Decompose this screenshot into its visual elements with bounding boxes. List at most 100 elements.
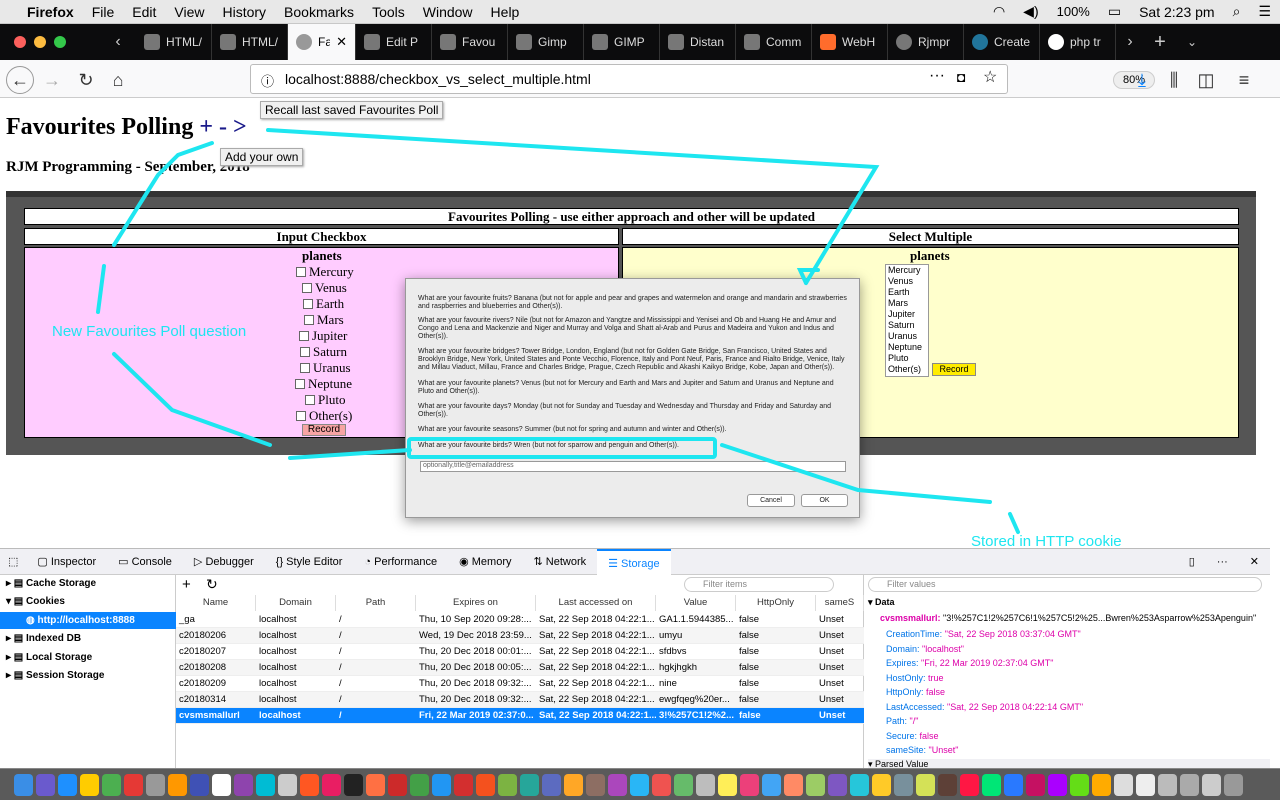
cookie-field[interactable]: HttpOnly: false [886,687,945,697]
dock-app-icon[interactable] [1224,773,1243,796]
dock-app-icon[interactable] [322,773,341,796]
col-samesite[interactable]: sameS [816,595,864,611]
dock-app-icon[interactable] [1158,773,1177,796]
col-path[interactable]: Path [336,595,416,611]
col-expires[interactable]: Expires on [416,595,536,611]
dock-app-icon[interactable] [1070,773,1089,796]
dock-app-icon[interactable] [718,773,737,796]
dock-app-icon[interactable] [542,773,561,796]
dock-app-icon[interactable] [432,773,451,796]
cookie-field[interactable]: Domain: "localhost" [886,644,964,654]
col-domain[interactable]: Domain [256,595,336,611]
dock-app-icon[interactable] [344,773,363,796]
dock-app-icon[interactable] [36,773,55,796]
table-row[interactable]: c20180206 localhost / Wed, 19 Dec 2018 23:5… [176,628,864,644]
filter-items-input[interactable]: Filter items [684,577,834,592]
dock-app-icon[interactable] [916,773,935,796]
tree-cookie-host[interactable]: ◍ http://localhost:8888 [0,612,176,629]
tab-debugger[interactable]: ▷ Debugger [183,549,265,575]
dock-app-icon[interactable] [1180,773,1199,796]
cookie-field[interactable]: LastAccessed: "Sat, 22 Sep 2018 04:22:14… [886,702,1083,712]
dock-app-icon[interactable] [1092,773,1111,796]
dock-app-icon[interactable] [806,773,825,796]
dock-app-icon[interactable] [498,773,517,796]
dock-app-icon[interactable] [608,773,627,796]
cookie-field[interactable]: CreationTime: "Sat, 22 Sep 2018 03:37:04… [886,629,1081,639]
dock-app-icon[interactable] [168,773,187,796]
dock-app-icon[interactable] [938,773,957,796]
tab-console[interactable]: ▭ Console [107,549,183,575]
table-row[interactable]: c20180209 localhost / Thu, 20 Dec 2018 09:3… [176,676,864,692]
dock-app-icon[interactable] [454,773,473,796]
dock-app-icon[interactable] [410,773,429,796]
cookie-field[interactable]: Expires: "Fri, 22 Mar 2019 02:37:04 GMT" [886,658,1053,668]
close-devtools-icon[interactable]: ✕ [1239,549,1270,575]
tab-style-editor[interactable]: {} Style Editor [265,549,354,575]
cookie-field[interactable]: sameSite: "Unset" [886,745,958,755]
table-row[interactable]: _ga localhost / Thu, 10 Sep 2020 09:28:... S… [176,612,864,628]
dock-app-icon[interactable] [1004,773,1023,796]
devtools-menu-icon[interactable]: ··· [1206,549,1239,575]
dock-app-icon[interactable] [190,773,209,796]
table-row[interactable]: c20180207 localhost / Thu, 20 Dec 2018 00:0… [176,644,864,660]
table-row[interactable]: c20180208 localhost / Thu, 20 Dec 2018 00:0… [176,660,864,676]
dock-app-icon[interactable] [762,773,781,796]
dock-app-icon[interactable] [476,773,495,796]
dock-app-icon[interactable] [146,773,165,796]
table-row[interactable]: c20180314 localhost / Thu, 20 Dec 2018 09:3… [176,692,864,708]
dock-app-icon[interactable] [630,773,649,796]
dock-app-icon[interactable] [1136,773,1155,796]
dock-app-icon[interactable] [696,773,715,796]
tree-cache-storage[interactable]: ▸ ▤ Cache Storage [6,575,96,592]
tree-session-storage[interactable]: ▸ ▤ Session Storage [6,667,104,684]
dock-app-icon[interactable] [674,773,693,796]
cookie-field[interactable]: Path: "/" [886,716,918,726]
filter-values-input[interactable]: Filter values [868,577,1262,592]
dock-app-icon[interactable] [58,773,77,796]
add-item-icon[interactable]: + [182,576,191,593]
dock-app-icon[interactable] [784,773,803,796]
tab-network[interactable]: ⇅ Network [523,549,598,575]
tab-inspector[interactable]: ▢ Inspector [26,549,107,575]
tab-storage[interactable]: ☰ Storage [597,548,671,575]
cookie-field[interactable]: Secure: false [886,731,939,741]
data-section-header[interactable]: ▾ Data [868,597,895,608]
dock-app-icon[interactable] [872,773,891,796]
refresh-icon[interactable]: ↻ [206,576,218,593]
tree-cookies[interactable]: ▾ ▤ Cookies [6,593,65,610]
dock-app-icon[interactable] [960,773,979,796]
tree-indexed-db[interactable]: ▸ ▤ Indexed DB [6,630,81,647]
table-row[interactable]: cvsmsmallurl localhost / Fri, 22 Mar 2019 0… [176,708,864,724]
dock-app-icon[interactable] [850,773,869,796]
cookie-main-entry[interactable]: cvsmsmallurl: "3!%257C1!2%257C6!1%257C5!… [880,613,1256,623]
dock-app-icon[interactable] [278,773,297,796]
dock-app-icon[interactable] [982,773,1001,796]
dock-app-icon[interactable] [1048,773,1067,796]
tab-memory[interactable]: ◉ Memory [448,549,522,575]
dock-app-icon[interactable] [1202,773,1221,796]
dock-app-icon[interactable] [828,773,847,796]
tab-performance[interactable]: ◔ Performance [353,549,448,575]
pick-element-icon[interactable]: ⬚ [0,549,26,575]
dock-app-icon[interactable] [234,773,253,796]
dock-app-icon[interactable] [300,773,319,796]
dock-app-icon[interactable] [14,773,33,796]
dock-app-icon[interactable] [564,773,583,796]
col-name[interactable]: Name [176,595,256,611]
col-httponly[interactable]: HttpOnly [736,595,816,611]
dock-app-icon[interactable] [256,773,275,796]
dock-app-icon[interactable] [212,773,231,796]
dock-app-icon[interactable] [1026,773,1045,796]
dock-icon[interactable]: ▯ [1178,549,1206,575]
dock-app-icon[interactable] [366,773,385,796]
dock-app-icon[interactable] [740,773,759,796]
dock-app-icon[interactable] [520,773,539,796]
dock-app-icon[interactable] [586,773,605,796]
dock-app-icon[interactable] [388,773,407,796]
col-value[interactable]: Value [656,595,736,611]
dock-app-icon[interactable] [1114,773,1133,796]
cookie-field[interactable]: HostOnly: true [886,673,944,683]
col-last-accessed[interactable]: Last accessed on [536,595,656,611]
tree-local-storage[interactable]: ▸ ▤ Local Storage [6,649,92,666]
dock-app-icon[interactable] [652,773,671,796]
